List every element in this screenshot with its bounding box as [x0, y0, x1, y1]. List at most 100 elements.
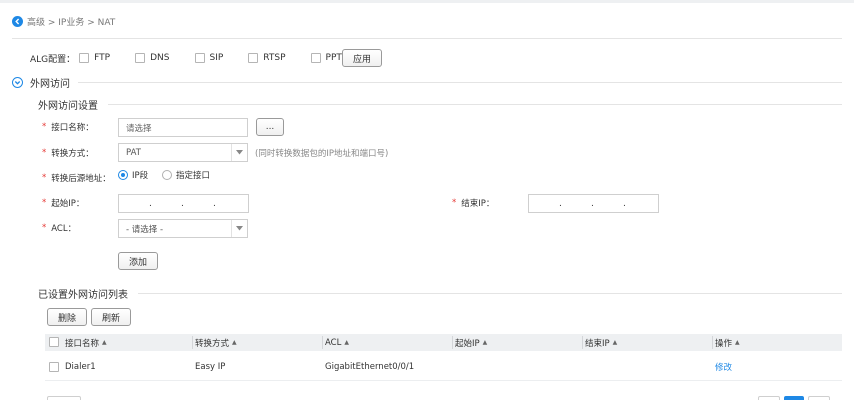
column-header-mode[interactable]: 转换方式 ▲: [195, 334, 237, 351]
refresh-button[interactable]: 刷新: [91, 308, 131, 326]
cell-acl: GigabitEthernet0/0/1: [325, 362, 415, 372]
acl-label-text: ACL：: [51, 224, 77, 234]
current-page-button[interactable]: [784, 396, 804, 400]
sort-icon: ▲: [344, 339, 349, 346]
ip-dot: .: [181, 198, 184, 209]
sort-icon: ▲: [102, 339, 107, 346]
next-page-button[interactable]: [808, 396, 830, 400]
alg-option-ftp[interactable]: FTP: [79, 53, 110, 63]
mode-label-text: 转换方式：: [51, 149, 94, 159]
alg-option-rtsp[interactable]: RTSP: [248, 53, 286, 63]
page-size-select[interactable]: [47, 396, 81, 400]
column-separator[interactable]: [712, 336, 713, 349]
edit-link[interactable]: 修改: [715, 359, 732, 375]
column-header-interface[interactable]: 接口名称 ▲: [65, 334, 107, 351]
start-ip-label-text: 起始IP：: [51, 199, 85, 209]
divider: [138, 293, 842, 294]
delete-button[interactable]: 删除: [47, 308, 87, 326]
dns-checkbox[interactable]: [135, 53, 146, 63]
source-label-text: 转换后源地址：: [51, 174, 111, 184]
breadcrumb: 高级 > IP业务 > NAT: [12, 14, 115, 28]
divider: [108, 104, 842, 105]
acl-select[interactable]: - 请选择 -: [118, 219, 248, 238]
caret-down-icon: [231, 144, 247, 161]
alg-config-row: ALG配置： FTP DNS SIP RTSP PPTP: [30, 49, 347, 67]
add-button[interactable]: 添加: [118, 252, 158, 270]
alg-option-label: SIP: [209, 53, 224, 63]
source-option-ip-range[interactable]: IP段: [118, 168, 148, 182]
column-label: 起始IP: [455, 338, 480, 349]
source-option-label: IP段: [132, 171, 149, 181]
list-title: 已设置外网访问列表: [38, 289, 128, 301]
column-separator[interactable]: [452, 336, 453, 349]
ftp-checkbox[interactable]: [79, 53, 90, 63]
cell-mode: Easy IP: [195, 362, 226, 372]
ip-dot: .: [149, 198, 152, 209]
select-all-checkbox[interactable]: [49, 337, 59, 347]
alg-label: ALG配置：: [30, 54, 76, 65]
interface-browse-button[interactable]: ...: [256, 118, 284, 136]
sort-icon: ▲: [735, 339, 740, 346]
alg-option-sip[interactable]: SIP: [194, 53, 224, 63]
end-ip-input[interactable]: . . .: [528, 194, 659, 213]
sort-icon: ▲: [482, 339, 488, 346]
end-ip-label-text: 结束IP：: [461, 199, 495, 209]
divider: [78, 82, 842, 83]
pptp-checkbox[interactable]: [310, 53, 321, 63]
required-mark: *: [452, 198, 457, 208]
column-separator[interactable]: [322, 336, 323, 349]
row-checkbox[interactable]: [49, 362, 59, 372]
column-header-start-ip[interactable]: 起始IP ▲: [455, 334, 487, 351]
end-ip-label: * 结束IP：: [452, 196, 494, 210]
column-label: ACL: [325, 337, 342, 348]
start-ip-input[interactable]: . . .: [118, 194, 249, 213]
column-header-action[interactable]: 操作 ▲: [715, 334, 740, 351]
required-mark: *: [42, 173, 47, 183]
section-header[interactable]: 外网访问: [12, 75, 70, 90]
column-header-acl[interactable]: ACL ▲: [325, 334, 349, 351]
column-separator[interactable]: [192, 336, 193, 349]
collapse-icon[interactable]: [12, 76, 23, 88]
breadcrumb-text: 高级 > IP业务 > NAT: [27, 17, 116, 28]
radio-unselected[interactable]: [162, 170, 172, 180]
ip-dot: .: [623, 198, 626, 209]
required-mark: *: [42, 122, 47, 132]
settings-title: 外网访问设置: [38, 100, 98, 112]
source-option-interface[interactable]: 指定接口: [162, 168, 210, 182]
alg-option-dns[interactable]: DNS: [135, 53, 170, 63]
required-mark: *: [42, 223, 47, 233]
table-header: 接口名称 ▲ 转换方式 ▲ ACL ▲ 起始IP ▲ 结束IP ▲ 操作 ▲: [45, 334, 842, 351]
divider: [12, 38, 842, 39]
column-separator[interactable]: [582, 336, 583, 349]
mode-label: * 转换方式：: [42, 146, 94, 160]
caret-down-icon: [231, 220, 247, 237]
interface-input[interactable]: 请选择: [118, 118, 248, 137]
ip-dot: .: [591, 198, 594, 209]
ip-dot: .: [559, 198, 562, 209]
start-ip-label: * 起始IP：: [42, 196, 84, 210]
sip-checkbox[interactable]: [194, 53, 205, 63]
alg-option-label: RTSP: [263, 53, 286, 63]
radio-selected[interactable]: [118, 170, 128, 180]
column-label: 接口名称: [65, 338, 100, 349]
apply-button[interactable]: 应用: [342, 49, 382, 67]
source-label: * 转换后源地址：: [42, 171, 111, 185]
column-header-end-ip[interactable]: 结束IP ▲: [585, 334, 617, 351]
prev-page-button[interactable]: [758, 396, 780, 400]
acl-label: * ACL：: [42, 221, 76, 235]
interface-label-text: 接口名称：: [51, 123, 94, 133]
column-label: 操作: [715, 338, 733, 349]
mode-select-value: PAT: [126, 147, 141, 158]
interface-label: * 接口名称：: [42, 120, 94, 134]
mode-select[interactable]: PAT: [118, 143, 248, 162]
required-mark: *: [42, 198, 47, 208]
top-border: [0, 0, 854, 3]
back-icon[interactable]: [12, 15, 23, 27]
acl-select-value: - 请选择 -: [126, 224, 164, 235]
cell-interface: Dialer1: [65, 362, 96, 372]
alg-option-label: DNS: [150, 53, 170, 63]
rtsp-checkbox[interactable]: [248, 53, 259, 63]
source-option-label: 指定接口: [176, 171, 211, 181]
alg-option-label: FTP: [94, 53, 111, 63]
column-label: 转换方式: [195, 338, 230, 349]
